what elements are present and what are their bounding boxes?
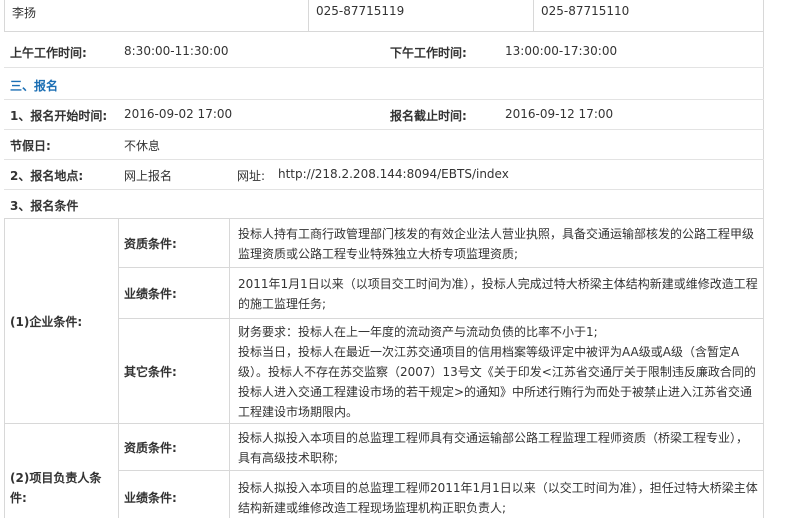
enterprise-performance-label: 业绩条件: [124, 287, 177, 301]
afternoon-hours-label: 下午工作时间: [390, 46, 467, 60]
enterprise-conditions-label: (1)企业条件: [10, 315, 83, 329]
contact-phone-1: 025-87715119 [316, 4, 405, 18]
enterprise-other-text-1: 财务要求：投标人在上一年度的流动资产与流动负债的比率不小于1; [238, 325, 598, 339]
project-lead-performance-label: 业绩条件: [124, 491, 177, 505]
registration-end-label: 报名截止时间: [390, 109, 467, 123]
enterprise-qualification-text: 投标人持有工商行政管理部门核发的有效企业法人营业执照，具备交通运输部核发的公路工… [238, 227, 755, 261]
enterprise-performance-text: 2011年1月1日以来（以项目交工时间为准），投标人完成过特大桥梁主体结构新建或… [238, 277, 758, 311]
contact-phone-2: 025-87715110 [541, 4, 630, 18]
registration-end-value: 2016-09-12 17:00 [505, 107, 614, 121]
registration-place-value: 网上报名 [124, 169, 173, 183]
scrollbar-track[interactable] [776, 0, 795, 518]
morning-hours-label: 上午工作时间: [10, 46, 87, 60]
project-lead-qualification-text: 投标人拟投入本项目的总监理工程师具有交通运输部公路工程监理工程师资质（桥梁工程专… [238, 431, 749, 465]
afternoon-hours-value: 13:00:00-17:30:00 [505, 44, 618, 58]
project-lead-conditions-label: (2)项目负责人条件: [10, 471, 102, 505]
project-lead-qualification-label: 资质条件: [124, 441, 177, 455]
enterprise-other-text-2: 投标当日，投标人在最近一次江苏交通项目的信用档案等级评定中被评为AA级或A级（含… [238, 345, 756, 419]
contact-name: 李扬 [12, 6, 37, 20]
section-three-heading: 三、报名 [10, 79, 59, 93]
registration-url-link[interactable]: http://218.2.208.144:8094/EBTS/index [278, 167, 509, 181]
holiday-label: 节假日: [10, 139, 51, 153]
registration-start-value: 2016-09-02 17:00 [124, 107, 233, 121]
registration-start-label: 1、报名开始时间: [10, 109, 108, 123]
registration-conditions-label: 3、报名条件 [10, 199, 79, 213]
enterprise-qualification-label: 资质条件: [124, 237, 177, 251]
project-lead-performance-text: 投标人拟投入本项目的总监理工程师2011年1月1日以来（以交工时间为准），担任过… [238, 481, 758, 515]
enterprise-other-label: 其它条件: [124, 365, 177, 379]
morning-hours-value: 8:30:00-11:30:00 [124, 44, 229, 58]
holiday-value: 不休息 [124, 139, 161, 153]
registration-place-label: 2、报名地点: [10, 169, 84, 183]
registration-url-label: 网址: [237, 169, 266, 183]
